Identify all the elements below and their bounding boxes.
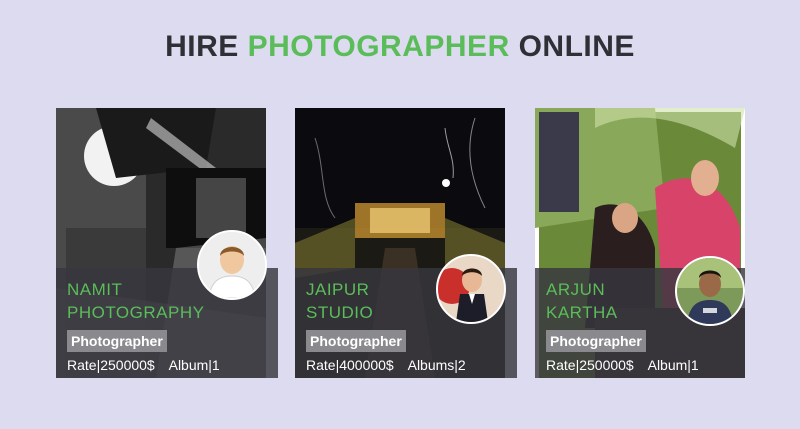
user-avatar-icon[interactable] xyxy=(197,230,267,300)
photographer-card-namit[interactable]: NAMIT PHOTOGRAPHY Photographer Rate|2500… xyxy=(56,108,278,378)
photographer-name[interactable]: JAIPUR STUDIO xyxy=(295,268,441,324)
photographer-card-jaipur[interactable]: JAIPUR STUDIO Photographer Rate|400000$ … xyxy=(295,108,517,378)
album-count-text: Album|1 xyxy=(168,357,220,373)
photographer-name[interactable]: NAMIT PHOTOGRAPHY xyxy=(56,268,204,324)
rate-text: Rate|250000$ xyxy=(67,357,155,373)
user-avatar-icon[interactable] xyxy=(436,254,506,324)
photographer-card-arjun[interactable]: ARJUN KARTHA Photographer Rate|250000$ A… xyxy=(535,108,745,378)
card-meta: Rate|250000$ Album|1 xyxy=(535,352,745,378)
album-count-text: Album|1 xyxy=(647,357,699,373)
rate-text: Rate|400000$ xyxy=(306,357,394,373)
rate-text: Rate|250000$ xyxy=(546,357,634,373)
album-count-text: Albums|2 xyxy=(407,357,466,373)
title-part-online: ONLINE xyxy=(518,30,635,63)
title-part-hire: HIRE xyxy=(165,30,239,63)
role-badge: Photographer xyxy=(67,330,167,352)
role-badge: Photographer xyxy=(306,330,406,352)
user-avatar-icon[interactable] xyxy=(675,256,745,326)
card-meta: Rate|250000$ Album|1 xyxy=(56,352,278,378)
title-part-photographer: PHOTOGRAPHER xyxy=(247,30,510,63)
role-badge: Photographer xyxy=(546,330,646,352)
photographer-name[interactable]: ARJUN KARTHA xyxy=(535,268,681,324)
card-meta: Rate|400000$ Albums|2 xyxy=(295,352,517,378)
page-title: HIRE PHOTOGRAPHER ONLINE xyxy=(0,30,800,64)
